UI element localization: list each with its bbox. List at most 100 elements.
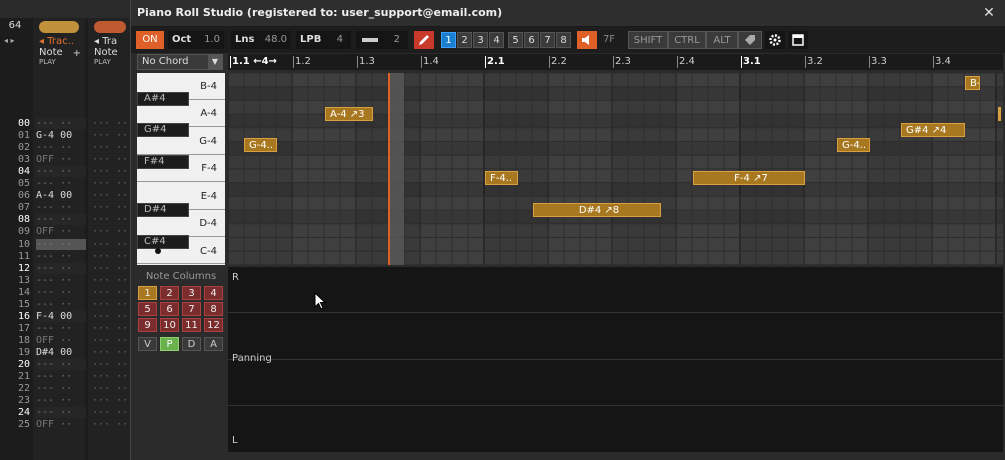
seven-f-label[interactable]: 7F bbox=[599, 31, 619, 49]
tracker-cell-empty[interactable]: ··· ·· bbox=[92, 142, 130, 153]
tracker-cell-empty[interactable]: ··· ·· bbox=[92, 335, 130, 346]
tracker-cell-empty[interactable]: ··· ·· bbox=[92, 287, 130, 298]
tracker-cell[interactable]: --- ·· bbox=[36, 395, 86, 406]
tracker-cell[interactable]: --- ·· bbox=[36, 251, 86, 262]
tracker-cell-empty[interactable]: ··· ·· bbox=[92, 202, 130, 213]
tracker-cell[interactable]: --- ·· bbox=[36, 178, 86, 189]
tracker-cell-empty[interactable]: ··· ·· bbox=[92, 226, 130, 237]
tracker-cell[interactable]: --- ·· bbox=[36, 142, 86, 153]
piano-key-cs4[interactable]: C#4 bbox=[137, 235, 189, 249]
timeline-ruler[interactable]: 1.1 ←4→ 1.2 1.3 1.4 2.1 2.2 2.3 2.4 3.1 3.2 3.3 3.4 bbox=[228, 54, 1003, 70]
ctrl-button[interactable]: CTRL bbox=[668, 31, 706, 49]
tracker-cell-empty[interactable]: ··· ·· bbox=[92, 239, 130, 250]
tracker-cell[interactable]: OFF ·· bbox=[36, 154, 86, 165]
note-column-button-2[interactable]: 2 bbox=[160, 286, 179, 300]
tracker-cell-empty[interactable]: ··· ·· bbox=[92, 371, 130, 382]
note-block[interactable]: A-4 ↗3 bbox=[325, 107, 373, 121]
tracker-cell[interactable]: --- ·· bbox=[36, 166, 86, 178]
number-button-4[interactable]: 4 bbox=[489, 32, 504, 48]
note-block[interactable]: B- bbox=[965, 76, 980, 90]
chord-select[interactable]: No Chord ▼ bbox=[137, 54, 223, 70]
note-block[interactable]: F-4 ↗7 bbox=[693, 171, 805, 185]
note-column-button-1[interactable]: 1 bbox=[138, 286, 157, 300]
tracker-cell-empty[interactable]: ··· ·· bbox=[92, 154, 130, 165]
track-name[interactable]: ◂ Tra bbox=[88, 36, 132, 47]
note-block[interactable]: F-4.. bbox=[485, 171, 518, 185]
note-column-button-9[interactable]: 9 bbox=[138, 318, 157, 332]
tracker-cell-empty[interactable]: ··· ·· bbox=[92, 347, 130, 358]
tracker-cell[interactable]: OFF ·· bbox=[36, 419, 86, 430]
tracker-lpb-value[interactable]: 64 bbox=[4, 20, 26, 34]
tracker-cell[interactable]: --- ·· bbox=[36, 202, 86, 213]
note-column-button-7[interactable]: 7 bbox=[182, 302, 201, 316]
piano-key-fs4[interactable]: F#4 bbox=[137, 155, 189, 169]
speaker-icon[interactable] bbox=[577, 31, 597, 49]
piano-key-gs4[interactable]: G#4 bbox=[137, 123, 189, 137]
note-column-button-3[interactable]: 3 bbox=[182, 286, 201, 300]
lines-control[interactable]: Lns 48.0 bbox=[231, 31, 291, 49]
shift-button[interactable]: SHIFT bbox=[628, 31, 668, 49]
column-toggle-p[interactable]: P bbox=[160, 337, 179, 351]
on-button[interactable]: ON bbox=[136, 31, 164, 49]
tracker-arrows[interactable]: ◂ ▸ bbox=[4, 36, 28, 45]
note-column-button-6[interactable]: 6 bbox=[160, 302, 179, 316]
tracker-cell[interactable]: --- ·· bbox=[36, 118, 86, 129]
note-column-button-4[interactable]: 4 bbox=[204, 286, 223, 300]
number-button-7[interactable]: 7 bbox=[540, 32, 555, 48]
tracker-cell[interactable]: --- ·· bbox=[36, 238, 86, 250]
window-icon[interactable] bbox=[788, 31, 808, 49]
pencil-icon[interactable] bbox=[414, 31, 434, 49]
tracker-cell-empty[interactable]: ··· ·· bbox=[92, 419, 130, 430]
column-toggle-a[interactable]: A bbox=[204, 337, 223, 351]
number-button-2[interactable]: 2 bbox=[457, 32, 472, 48]
tracker-cell[interactable]: D#4 00 bbox=[36, 347, 86, 358]
tracker-cell-empty[interactable]: ··· ·· bbox=[92, 323, 130, 334]
octave-control[interactable]: Oct 1.0 bbox=[168, 31, 224, 49]
tracker-cell-empty[interactable]: ··· ·· bbox=[92, 311, 130, 322]
note-block[interactable]: G#4 ↗4 bbox=[901, 123, 965, 137]
tracker-cell-empty[interactable]: ··· ·· bbox=[92, 275, 130, 286]
tracker-cell[interactable]: --- ·· bbox=[36, 262, 86, 274]
tracker-cell[interactable]: OFF ·· bbox=[36, 226, 86, 237]
tracker-cell-empty[interactable]: ··· ·· bbox=[92, 407, 130, 418]
piano-key-as4[interactable]: A#4 bbox=[137, 92, 189, 106]
note-column-button-12[interactable]: 12 bbox=[204, 318, 223, 332]
tracker-cell[interactable]: F-4 00 bbox=[36, 310, 86, 322]
number-button-1[interactable]: 1 bbox=[441, 32, 456, 48]
alt-button[interactable]: ALT bbox=[706, 31, 738, 49]
tracker-cell[interactable]: A-4 00 bbox=[36, 190, 86, 201]
tracker-cell-empty[interactable]: ··· ·· bbox=[92, 214, 130, 225]
tracker-cell[interactable]: --- ·· bbox=[36, 287, 86, 298]
tracker-cell-empty[interactable]: ··· ·· bbox=[92, 383, 130, 394]
tracker-cell[interactable]: --- ·· bbox=[36, 214, 86, 226]
title-bar[interactable]: Piano Roll Studio (registered to: user_s… bbox=[131, 0, 1005, 27]
tracker-cell-empty[interactable]: ··· ·· bbox=[92, 263, 130, 274]
tracker-cell[interactable]: --- ·· bbox=[36, 359, 86, 370]
note-block[interactable]: G-4.. bbox=[837, 138, 870, 152]
tracker-cell-empty[interactable]: ··· ·· bbox=[92, 395, 130, 406]
chevron-down-icon[interactable]: ▼ bbox=[208, 55, 222, 69]
tracker-cell-empty[interactable]: ··· ·· bbox=[92, 299, 130, 310]
step-control[interactable]: 2 bbox=[356, 31, 408, 49]
tag-icon[interactable] bbox=[738, 31, 762, 49]
note-column-button-5[interactable]: 5 bbox=[138, 302, 157, 316]
tracker-cell-empty[interactable]: ··· ·· bbox=[92, 251, 130, 262]
number-button-6[interactable]: 6 bbox=[524, 32, 539, 48]
track-name[interactable]: ◂ Trac.. bbox=[33, 36, 85, 47]
tracker-cell-empty[interactable]: ··· ·· bbox=[92, 130, 130, 141]
tracker-cell[interactable]: --- ·· bbox=[36, 299, 86, 310]
lpb-control[interactable]: LPB 4 bbox=[296, 31, 351, 49]
note-block[interactable]: D#4 ↗8 bbox=[533, 203, 661, 217]
note-block[interactable]: G-4.. bbox=[244, 138, 277, 152]
tracker-cell-empty[interactable]: ··· ·· bbox=[92, 359, 130, 370]
note-grid[interactable]: B- A-4 ↗3 G-4.. F-4.. F-4 ↗7 D#4 ↗8 G-4.. G#4 ↗… bbox=[228, 73, 1003, 265]
tracker-cell-empty[interactable]: ··· ·· bbox=[92, 190, 130, 201]
tracker-cell[interactable]: --- ·· bbox=[36, 407, 86, 419]
tracker-cell-empty[interactable]: ··· ·· bbox=[92, 118, 130, 129]
note-column-button-8[interactable]: 8 bbox=[204, 302, 223, 316]
number-button-8[interactable]: 8 bbox=[556, 32, 571, 48]
tracker-cell[interactable]: --- ·· bbox=[36, 323, 86, 334]
add-column-icon[interactable]: + bbox=[73, 48, 81, 59]
number-button-3[interactable]: 3 bbox=[473, 32, 488, 48]
piano-key-ds4[interactable]: D#4 bbox=[137, 203, 189, 217]
